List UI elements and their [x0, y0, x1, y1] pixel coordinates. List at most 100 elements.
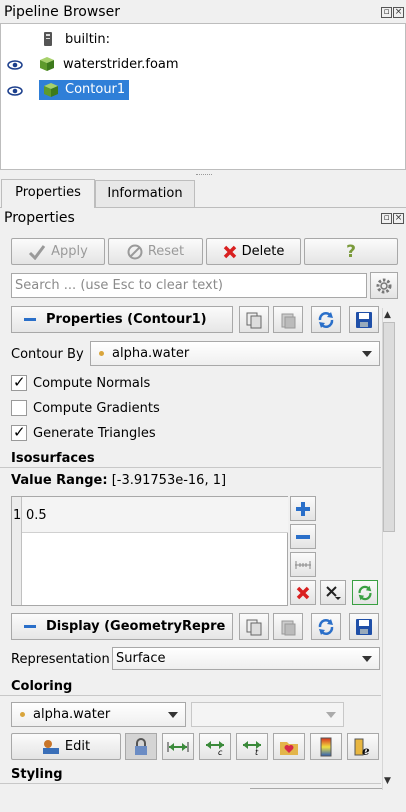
save-icon: [356, 618, 372, 635]
apply-label: Apply: [51, 244, 88, 259]
refresh-icon: [358, 585, 372, 600]
color-legend-icon: [320, 737, 332, 756]
isosurface-values-table[interactable]: 1 0.5: [11, 496, 288, 606]
pipeline-tree[interactable]: builtin: waterstrider.foam Contour1: [0, 23, 406, 170]
eye-icon[interactable]: [7, 60, 23, 70]
lock-colormap-icon: [135, 737, 147, 755]
apply-button[interactable]: Apply: [11, 238, 105, 265]
add-range-button[interactable]: [290, 552, 316, 577]
restore-defaults-button[interactable]: [311, 306, 341, 333]
clear-button[interactable]: [320, 580, 346, 605]
copy-button[interactable]: [239, 306, 269, 333]
pipeline-item-label: waterstrider.foam: [63, 56, 179, 72]
chevron-down-icon: [362, 656, 372, 662]
representation-value: Surface: [116, 651, 166, 666]
value-range-value: [-3.91753e-16, 1]: [111, 473, 227, 488]
properties-panel-title: Properties: [4, 210, 75, 226]
compute-normals-label: Compute Normals: [33, 376, 151, 391]
scroll-down-icon[interactable]: ▼: [384, 776, 391, 786]
table-row[interactable]: [22, 497, 288, 533]
rescale-custom-range-button[interactable]: c: [199, 733, 231, 760]
chevron-down-icon: [326, 712, 336, 718]
search-input[interactable]: Search ... (use Esc to clear text): [11, 273, 367, 298]
display-section-header[interactable]: Display (GeometryRepre: [11, 613, 233, 640]
close-icon[interactable]: ×: [393, 213, 404, 224]
settings-button[interactable]: [370, 272, 398, 299]
reset-label: Reset: [147, 244, 185, 259]
coloring-header: Coloring: [11, 679, 73, 694]
paste-icon: [281, 620, 296, 635]
separate-colormap-button[interactable]: [125, 733, 157, 760]
styling-header: Styling: [11, 767, 63, 782]
row-index: 1: [13, 508, 22, 523]
filter-cube-icon: [44, 83, 58, 97]
horizontal-scroll-track: [250, 788, 382, 789]
apply-icon: [29, 244, 46, 260]
save-defaults-button[interactable]: [349, 306, 379, 333]
copy-icon: [246, 619, 262, 635]
refresh-icon: [318, 618, 334, 635]
pipeline-dock-buttons: ▫ ×: [381, 7, 404, 18]
save-defaults-button[interactable]: [349, 613, 379, 640]
auto-update-button[interactable]: [352, 580, 378, 605]
rescale-visible-range-button[interactable]: [273, 733, 305, 760]
section-title: Properties (Contour1): [46, 312, 207, 327]
paste-button[interactable]: [273, 613, 303, 640]
pipeline-item-contour1[interactable]: Contour1: [39, 79, 130, 101]
reader-cube-icon: [40, 57, 54, 71]
contour-by-select[interactable]: alpha.water: [90, 341, 380, 366]
copy-icon: [246, 312, 262, 328]
toggle-color-legend-button[interactable]: [310, 733, 342, 760]
eye-icon[interactable]: [7, 86, 23, 96]
coloring-component-select[interactable]: [191, 702, 344, 727]
value-range: Value Range: [-3.91753e-16, 1]: [11, 473, 226, 488]
chevron-down-icon: [362, 351, 372, 357]
pipeline-item-waterstrider[interactable]: waterstrider.foam: [39, 53, 179, 75]
properties-section-header[interactable]: Properties (Contour1): [11, 306, 233, 333]
edit-color-legend-button[interactable]: e: [347, 733, 379, 760]
delete-label: Delete: [241, 244, 285, 259]
delete-button[interactable]: Delete: [206, 238, 301, 265]
collapse-icon: [24, 318, 36, 321]
paste-button[interactable]: [273, 306, 303, 333]
iso-value-cell[interactable]: 0.5: [26, 508, 47, 523]
range-icon: [295, 560, 311, 569]
rescale-temporal-range-button[interactable]: t: [236, 733, 268, 760]
coloring-value: alpha.water: [33, 707, 111, 722]
tab-information[interactable]: Information: [95, 180, 195, 208]
representation-select[interactable]: Surface: [112, 647, 380, 670]
help-button[interactable]: ?: [304, 238, 398, 265]
contour-by-label: Contour By: [11, 347, 84, 362]
compute-normals-checkbox[interactable]: [11, 373, 27, 391]
remove-value-button[interactable]: [290, 524, 316, 549]
undock-icon[interactable]: ▫: [381, 7, 392, 18]
generate-triangles-checkbox[interactable]: [11, 423, 27, 441]
coloring-array-select[interactable]: alpha.water: [11, 702, 186, 727]
save-icon: [356, 311, 372, 328]
rescale-data-range-button[interactable]: [162, 733, 194, 760]
scrollbar-thumb[interactable]: [383, 322, 395, 532]
representation-label: Representation: [11, 652, 110, 667]
svg-text:t: t: [255, 748, 259, 755]
contour-by-value: alpha.water: [112, 346, 190, 361]
compute-gradients-checkbox[interactable]: [11, 400, 27, 416]
point-data-icon: [20, 712, 25, 717]
tab-properties[interactable]: Properties: [1, 179, 95, 208]
remove-all-button[interactable]: [290, 580, 316, 605]
add-value-button[interactable]: [290, 496, 316, 521]
reset-button[interactable]: Reset: [108, 238, 203, 265]
undock-icon[interactable]: ▫: [381, 213, 392, 224]
pipeline-item-builtin[interactable]: builtin:: [41, 28, 110, 50]
compute-gradients-label: Compute Gradients: [33, 401, 160, 416]
rescale-icon: [167, 741, 189, 752]
pipeline-item-label: Contour1: [65, 82, 126, 97]
restore-defaults-button[interactable]: [311, 613, 341, 640]
pipeline-item-label: builtin:: [65, 31, 111, 47]
edit-colormap-button[interactable]: Edit: [11, 733, 121, 760]
svg-text:c: c: [218, 748, 223, 755]
copy-button[interactable]: [239, 613, 269, 640]
scroll-up-icon[interactable]: ▲: [384, 310, 391, 320]
close-icon[interactable]: ×: [393, 7, 404, 18]
properties-dock-buttons: ▫ ×: [381, 213, 404, 224]
splitter-handle[interactable]: [196, 174, 212, 176]
